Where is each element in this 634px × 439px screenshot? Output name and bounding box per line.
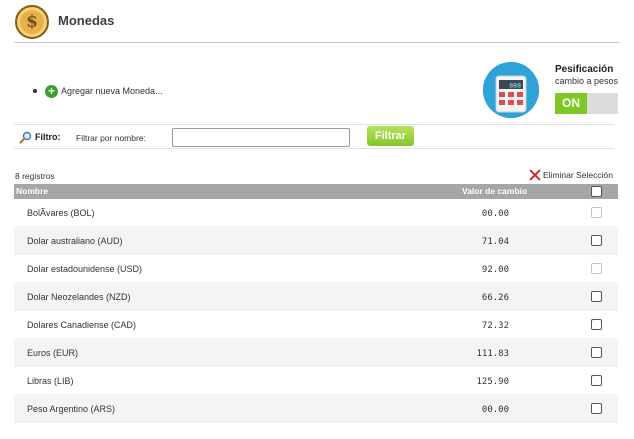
currency-name: Libras (LIB): [27, 376, 74, 386]
row-checkbox[interactable]: [591, 403, 602, 414]
select-all-checkbox[interactable]: [591, 186, 602, 197]
currency-name: Peso Argentino (ARS): [27, 404, 116, 414]
currency-name: Dolar Neozelandes (NZD): [27, 292, 131, 302]
row-checkbox-cell: [591, 403, 602, 414]
table-row[interactable]: BolÃvares (BOL) 00.00: [14, 199, 618, 227]
row-checkbox[interactable]: [591, 319, 602, 330]
row-checkbox[interactable]: [591, 235, 602, 246]
table-row[interactable]: Dolares Canadiense (CAD) 72.32: [14, 311, 618, 339]
exchange-rate: 00.00: [481, 405, 509, 415]
exchange-rate: 111.83: [476, 349, 509, 359]
calculator-icon: 888: [483, 62, 539, 118]
add-currency-link[interactable]: Agregar nueva Moneda...: [61, 86, 163, 96]
exchange-rate: 00.00: [481, 209, 509, 219]
table-row[interactable]: Dolar Neozelandes (NZD) 66.26: [14, 283, 618, 311]
page-title: Monedas: [58, 13, 115, 28]
row-checkbox: [591, 263, 602, 274]
currency-table: Nombre Valor de cambio BolÃvares (BOL) 00…: [14, 184, 618, 423]
coin-symbol: $: [26, 12, 38, 32]
row-checkbox-cell: [591, 319, 602, 330]
dollar-coin-icon: $: [15, 5, 49, 39]
row-checkbox[interactable]: [591, 291, 602, 302]
currency-name: Dolar estadounidense (USD): [27, 264, 143, 274]
table-row[interactable]: Libras (LIB) 125.90: [14, 367, 618, 395]
filter-name-label: Filtrar por nombre:: [76, 133, 146, 143]
delete-selection-button[interactable]: Eliminar Selección: [529, 169, 613, 181]
filter-name-input[interactable]: [172, 128, 350, 147]
add-currency-item[interactable]: + Agregar nueva Moneda...: [33, 84, 163, 98]
page-header: $ Monedas: [14, 5, 620, 43]
column-header-name[interactable]: Nombre: [16, 186, 48, 196]
exchange-rate: 125.90: [476, 377, 509, 387]
toggle-on-label: ON: [555, 93, 587, 114]
exchange-rate: 92.00: [481, 265, 509, 275]
currency-name: Euros (EUR): [27, 348, 79, 358]
pesificacion-subtitle: cambio a pesos: [555, 76, 619, 86]
row-checkbox[interactable]: [591, 347, 602, 358]
exchange-rate: 71.04: [481, 237, 509, 247]
records-count: 8 registros: [15, 171, 55, 181]
row-checkbox-cell: [591, 263, 602, 274]
currency-name: Dolar australiano (AUD): [27, 236, 123, 246]
row-checkbox[interactable]: [591, 375, 602, 386]
row-checkbox-cell: [591, 291, 602, 302]
table-body: BolÃvares (BOL) 00.00 Dolar australiano (A…: [14, 199, 618, 423]
calculator-display: 888: [509, 82, 521, 90]
magnifier-icon: [19, 131, 32, 144]
select-all-checkbox-cell[interactable]: [591, 186, 602, 197]
filter-label: Filtro:: [35, 132, 61, 142]
delete-selection-label[interactable]: Eliminar Selección: [543, 170, 613, 180]
row-checkbox-cell: [591, 235, 602, 246]
pesificacion-title: Pesificación: [555, 64, 614, 75]
column-header-rate[interactable]: Valor de cambio: [462, 186, 527, 196]
table-row[interactable]: Peso Argentino (ARS) 00.00: [14, 395, 618, 423]
pesificacion-toggle[interactable]: ON: [555, 93, 618, 114]
table-row[interactable]: Euros (EUR) 111.83: [14, 339, 618, 367]
plus-circle-icon[interactable]: +: [45, 84, 58, 98]
row-checkbox-cell: [591, 375, 602, 386]
row-checkbox-cell: [591, 347, 602, 358]
table-header: Nombre Valor de cambio: [14, 184, 618, 199]
filter-bar: Filtro: Filtrar por nombre: Filtrar: [14, 124, 614, 149]
row-checkbox: [591, 207, 602, 218]
pesificacion-panel: Pesificación cambio a pesos: [555, 64, 618, 86]
exchange-rate: 72.32: [481, 321, 509, 331]
bullet-dot: [33, 89, 37, 93]
filter-button[interactable]: Filtrar: [367, 126, 414, 146]
row-checkbox-cell: [591, 207, 602, 218]
exchange-rate: 66.26: [481, 293, 509, 303]
table-row[interactable]: Dolar estadounidense (USD) 92.00: [14, 255, 618, 283]
delete-x-icon[interactable]: [529, 169, 541, 181]
table-row[interactable]: Dolar australiano (AUD) 71.04: [14, 227, 618, 255]
currency-name: Dolares Canadiense (CAD): [27, 320, 137, 330]
currency-name: BolÃvares (BOL): [27, 208, 95, 218]
